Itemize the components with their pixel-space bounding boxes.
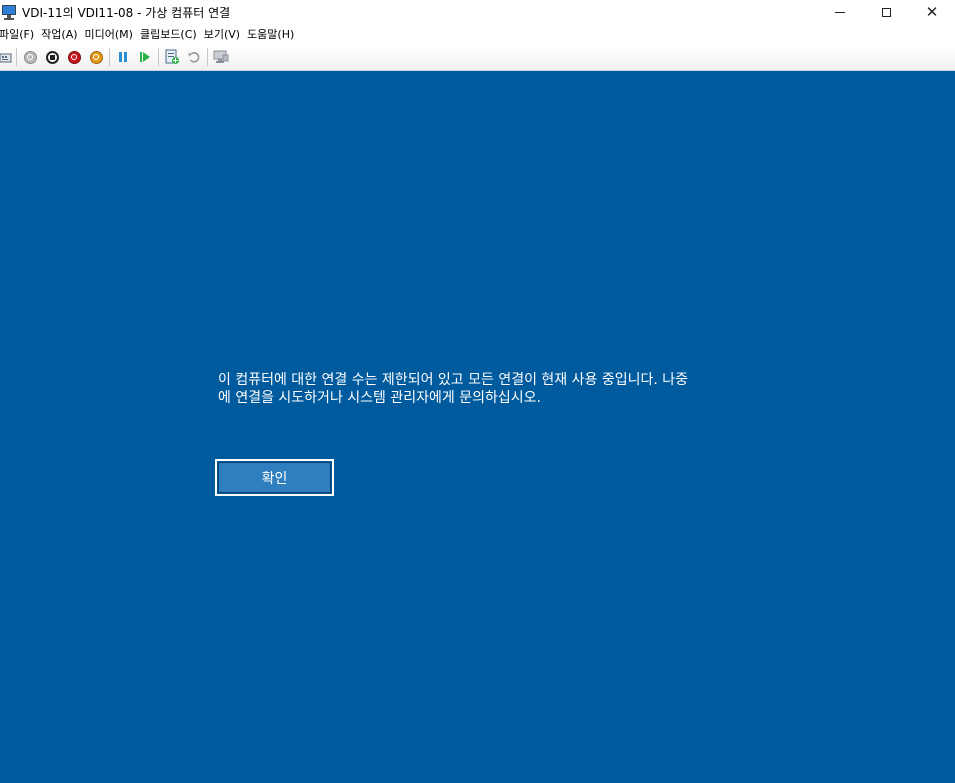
- shutdown-icon: [67, 50, 81, 64]
- revert-icon: [188, 51, 200, 63]
- minimize-icon: [835, 11, 845, 13]
- turn-off-icon: [45, 50, 59, 64]
- close-button[interactable]: ✕: [909, 0, 955, 24]
- minimize-button[interactable]: [817, 0, 863, 24]
- revert-button[interactable]: [183, 46, 205, 68]
- pause-button[interactable]: [112, 46, 134, 68]
- pause-icon: [119, 52, 127, 62]
- message-line-2: 에 연결을 시도하거나 시스템 관리자에게 문의하십시오.: [218, 390, 541, 406]
- menu-file[interactable]: 파일(F): [0, 26, 41, 42]
- toolbar-separator: [16, 48, 17, 66]
- checkpoint-button[interactable]: [161, 46, 183, 68]
- ok-button-label: 확인: [218, 462, 331, 493]
- menu-action[interactable]: 작업(A): [41, 26, 84, 42]
- ok-button[interactable]: 확인: [215, 459, 334, 496]
- close-icon: ✕: [925, 2, 939, 21]
- turn-off-button[interactable]: [41, 46, 63, 68]
- save-button[interactable]: [85, 46, 107, 68]
- menu-bar: 파일(F) 작업(A) 미디어(M) 클립보드(C) 보기(V) 도움말(H): [0, 24, 955, 44]
- menu-view[interactable]: 보기(V): [204, 26, 247, 42]
- toolbar-separator: [158, 48, 159, 66]
- resume-icon: [140, 52, 150, 62]
- connection-limit-message: 이 컴퓨터에 대한 연결 수는 제한되어 있고 모든 연결이 현재 사용 중입니…: [218, 371, 758, 407]
- toolbar-separator: [207, 48, 208, 66]
- maximize-icon: [881, 7, 891, 17]
- window-title: VDI-11의 VDI11-08 - 가상 컴퓨터 연결: [22, 5, 231, 20]
- vm-display[interactable]: 이 컴퓨터에 대한 연결 수는 제한되어 있고 모든 연결이 현재 사용 중입니…: [0, 71, 955, 783]
- title-bar: VDI-11의 VDI11-08 - 가상 컴퓨터 연결 ✕: [0, 0, 955, 24]
- vm-connection-window: VDI-11의 VDI11-08 - 가상 컴퓨터 연결 ✕ 파일(F) 작업(…: [0, 0, 955, 783]
- window-controls: ✕: [817, 0, 955, 24]
- menu-media[interactable]: 미디어(M): [85, 26, 140, 42]
- checkpoint-icon: [165, 49, 179, 64]
- menu-help[interactable]: 도움말(H): [247, 26, 301, 42]
- maximize-button[interactable]: [863, 0, 909, 24]
- toolbar: [0, 44, 955, 71]
- menu-clipboard[interactable]: 클립보드(C): [140, 26, 204, 42]
- start-icon: [23, 50, 37, 64]
- enhanced-session-icon: [213, 50, 229, 63]
- start-button[interactable]: [19, 46, 41, 68]
- shutdown-button[interactable]: [63, 46, 85, 68]
- ctrl-alt-del-button[interactable]: [0, 46, 14, 68]
- enhanced-session-button[interactable]: [210, 46, 232, 68]
- save-icon: [89, 50, 103, 64]
- vm-connection-app-icon: [2, 4, 18, 20]
- toolbar-separator: [109, 48, 110, 66]
- message-line-1: 이 컴퓨터에 대한 연결 수는 제한되어 있고 모든 연결이 현재 사용 중입니…: [218, 372, 689, 388]
- ctrl-alt-del-icon: [0, 53, 12, 63]
- resume-button[interactable]: [134, 46, 156, 68]
